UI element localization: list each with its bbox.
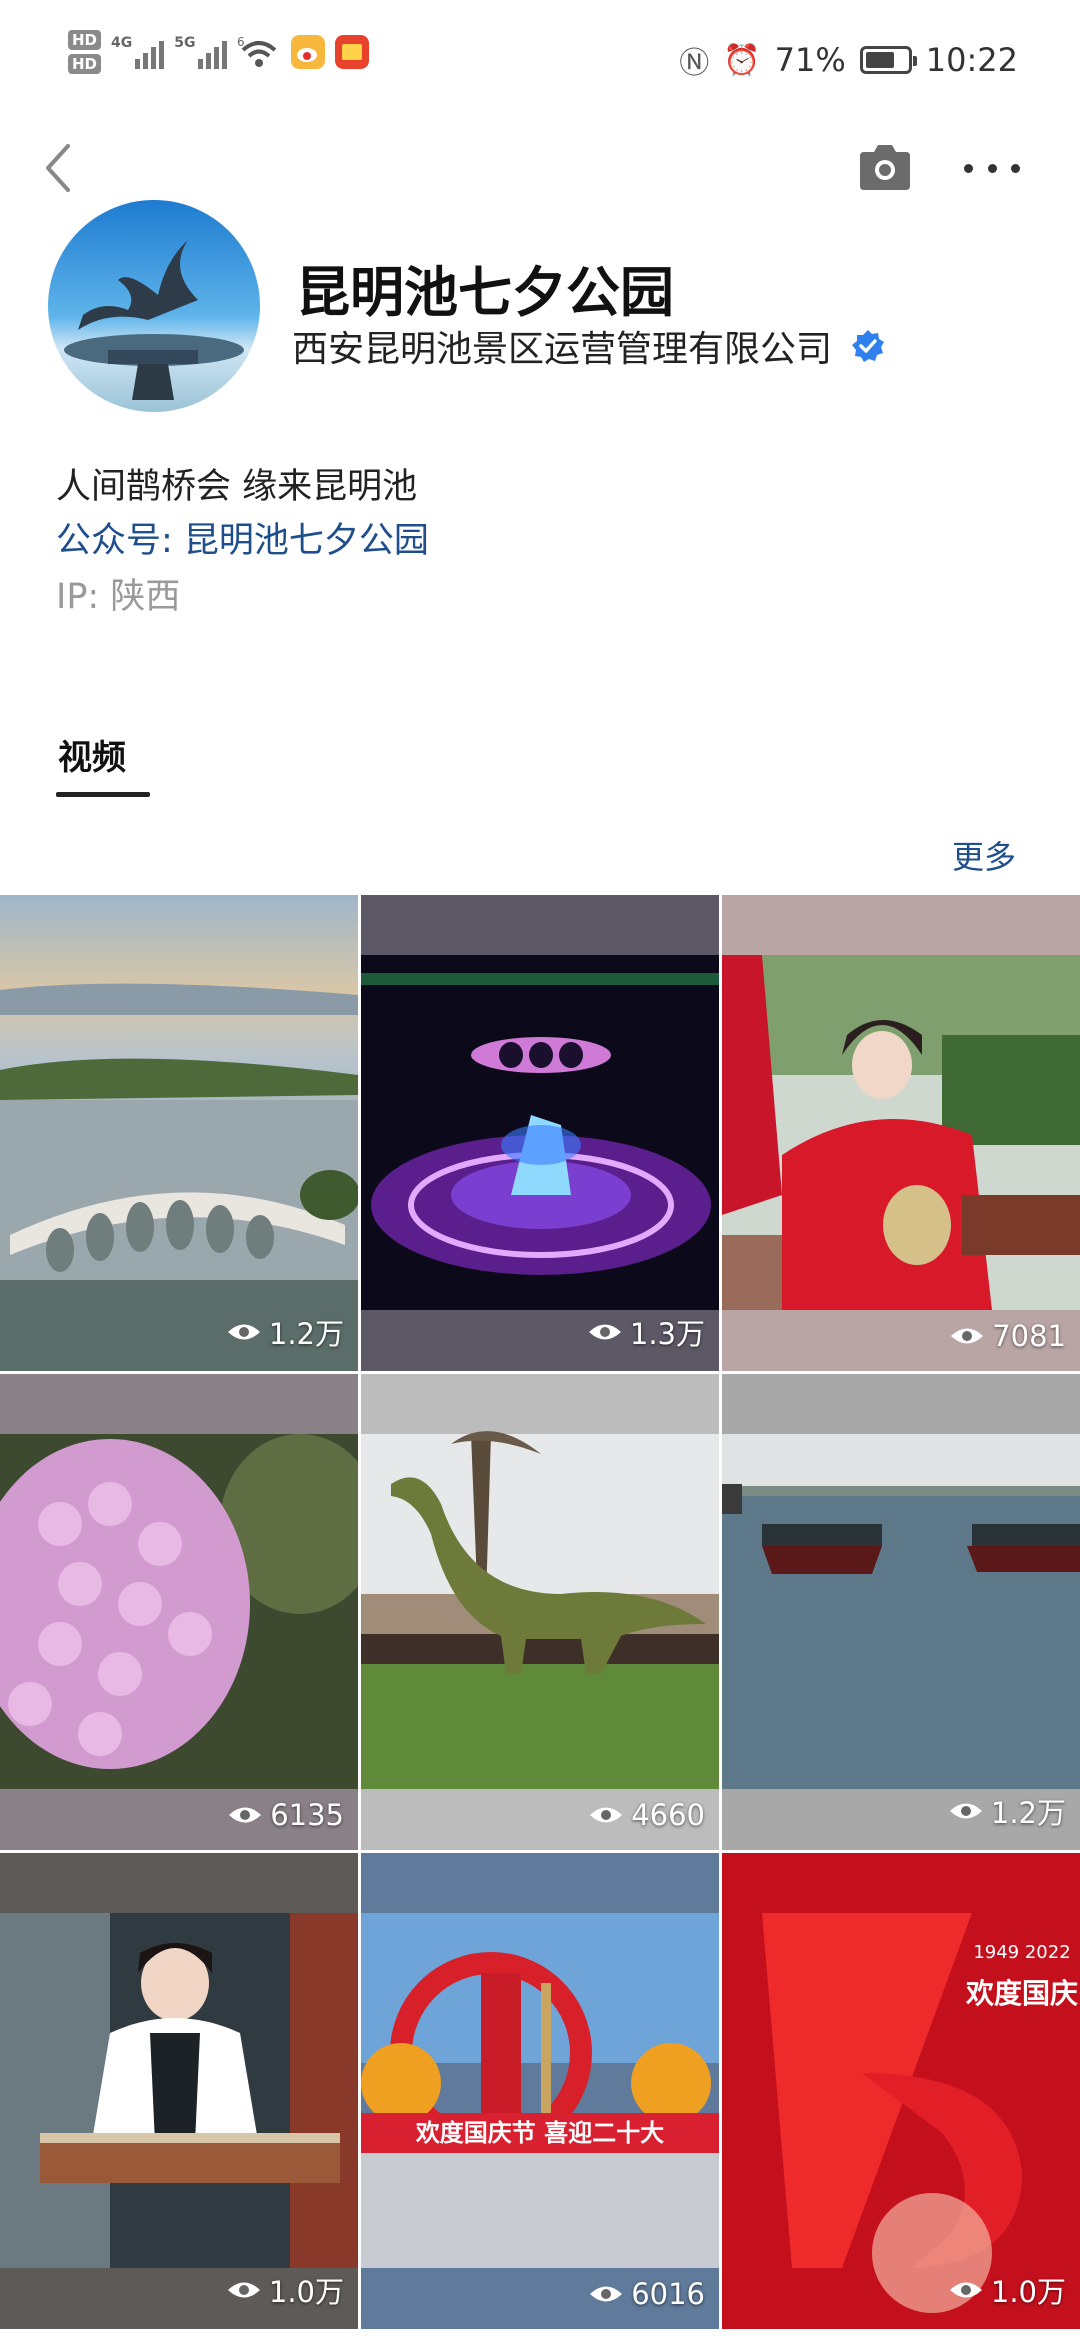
tile9-title: 欢度国庆 [965, 1977, 1078, 2010]
ip-location: IP: 陕西 [56, 577, 181, 617]
video-thumbnail [722, 895, 1080, 1371]
hd2-badge: HD [68, 54, 102, 74]
signal-4g-icon: 4G [111, 35, 165, 69]
alarm-icon: ⏰ [723, 42, 761, 78]
view-count-text: 7081 [992, 1319, 1066, 1353]
battery-percent: 71% [774, 41, 846, 79]
eye-icon [949, 2282, 982, 2298]
view-count-text: 4660 [631, 1798, 705, 1832]
video-thumbnail [0, 1374, 358, 1850]
view-count: 1.0万 [227, 2269, 344, 2311]
video-tile-7[interactable]: 1.0万 [0, 1853, 358, 2329]
video-tile-6[interactable]: 1.2万 [722, 1374, 1080, 1850]
video-tile-5[interactable]: 4660 [361, 1374, 719, 1850]
view-count-text: 1.2万 [990, 1796, 1066, 1830]
eye-icon [949, 1803, 982, 1819]
view-count: 1.3万 [588, 1311, 705, 1353]
status-left: HD HD 4G 5G 6 [68, 30, 370, 74]
battery-icon [859, 46, 917, 74]
view-count: 7081 [950, 1319, 1066, 1353]
view-count: 1.2万 [949, 1790, 1066, 1832]
eye-icon [590, 1807, 623, 1823]
dot-icon [1011, 163, 1020, 173]
status-right: Ⓝ ⏰ 71% 10:22 [679, 38, 1018, 82]
video-thumbnail [0, 895, 358, 1371]
dot-icon [964, 163, 973, 173]
account-name: 昆明池七夕公园 [296, 261, 674, 324]
view-count-text: 1.3万 [629, 1317, 705, 1351]
avatar-sculpture-image [64, 240, 244, 400]
video-tile-9[interactable]: 1949 2022 欢度国庆 1.0万 [722, 1853, 1080, 2329]
camera-icon[interactable] [856, 142, 914, 192]
eye-icon [227, 2282, 260, 2298]
tile8-banner-text: 欢度国庆节 喜迎二十大 [415, 2119, 664, 2147]
net2-label: 5G [174, 35, 196, 51]
eye-icon [229, 1807, 262, 1823]
wifi-label: 6 [237, 35, 245, 49]
video-tile-4[interactable]: 6135 [0, 1374, 358, 1850]
wifi-icon: 6 [237, 35, 277, 67]
view-count-text: 1.2万 [268, 1317, 344, 1351]
video-thumbnail: 1949 2022 欢度国庆 [722, 1853, 1080, 2329]
news-app-icon [335, 35, 370, 69]
signal-5g-icon: 5G [174, 35, 228, 69]
video-thumbnail [0, 1853, 358, 2329]
view-count: 1.2万 [227, 1311, 344, 1353]
net1-label: 4G [111, 35, 133, 51]
nfc-icon: Ⓝ [679, 46, 710, 81]
public-account-link[interactable]: 公众号: 昆明池七夕公园 [56, 512, 429, 563]
video-thumbnail [361, 895, 719, 1371]
video-tile-1[interactable]: 1.2万 [0, 895, 358, 1371]
view-count: 6016 [589, 2277, 705, 2311]
clock: 10:22 [925, 41, 1018, 79]
more-options-button[interactable] [964, 150, 1020, 186]
eye-icon [227, 1324, 260, 1340]
eye-icon [951, 1328, 984, 1344]
avatar[interactable] [48, 200, 260, 412]
dot-icon [987, 163, 997, 173]
more-link[interactable]: 更多 [952, 832, 1016, 878]
eye-icon [588, 1324, 621, 1340]
tab-indicator [56, 792, 150, 797]
video-tile-3[interactable]: 7081 [722, 895, 1080, 1371]
video-tile-2[interactable]: 1.3万 [361, 895, 719, 1371]
company-name: 西安昆明池景区运营管理有限公司 [292, 320, 886, 372]
video-tile-8[interactable]: 欢度国庆节 喜迎二十大 6016 [361, 1853, 719, 2329]
company-label: 西安昆明池景区运营管理有限公司 [292, 329, 833, 370]
eye-icon [590, 2286, 623, 2302]
chevron-left-icon[interactable] [38, 140, 78, 196]
tab-videos[interactable]: 视频 [58, 730, 126, 779]
video-thumbnail [361, 1374, 719, 1850]
view-count: 4660 [589, 1798, 705, 1832]
weibo-app-icon [291, 35, 326, 69]
verified-badge-icon [852, 330, 885, 362]
video-thumbnail: 欢度国庆节 喜迎二十大 [361, 1853, 719, 2329]
view-count: 1.0万 [949, 2269, 1066, 2311]
view-count-text: 6135 [270, 1798, 344, 1832]
tile9-years: 1949 2022 [973, 1942, 1070, 1963]
hd-indicators: HD HD [68, 30, 102, 74]
video-thumbnail [722, 1374, 1080, 1850]
view-count: 6135 [228, 1798, 344, 1832]
status-bar: HD HD 4G 5G 6 Ⓝ ⏰ 71% 10:22 [0, 0, 1080, 120]
view-count-text: 6016 [631, 2277, 705, 2311]
bio-text: 人间鹊桥会 缘来昆明池 [56, 467, 418, 507]
view-count-text: 1.0万 [268, 2275, 344, 2309]
hd1-badge: HD [68, 30, 102, 50]
view-count-text: 1.0万 [990, 2275, 1066, 2309]
